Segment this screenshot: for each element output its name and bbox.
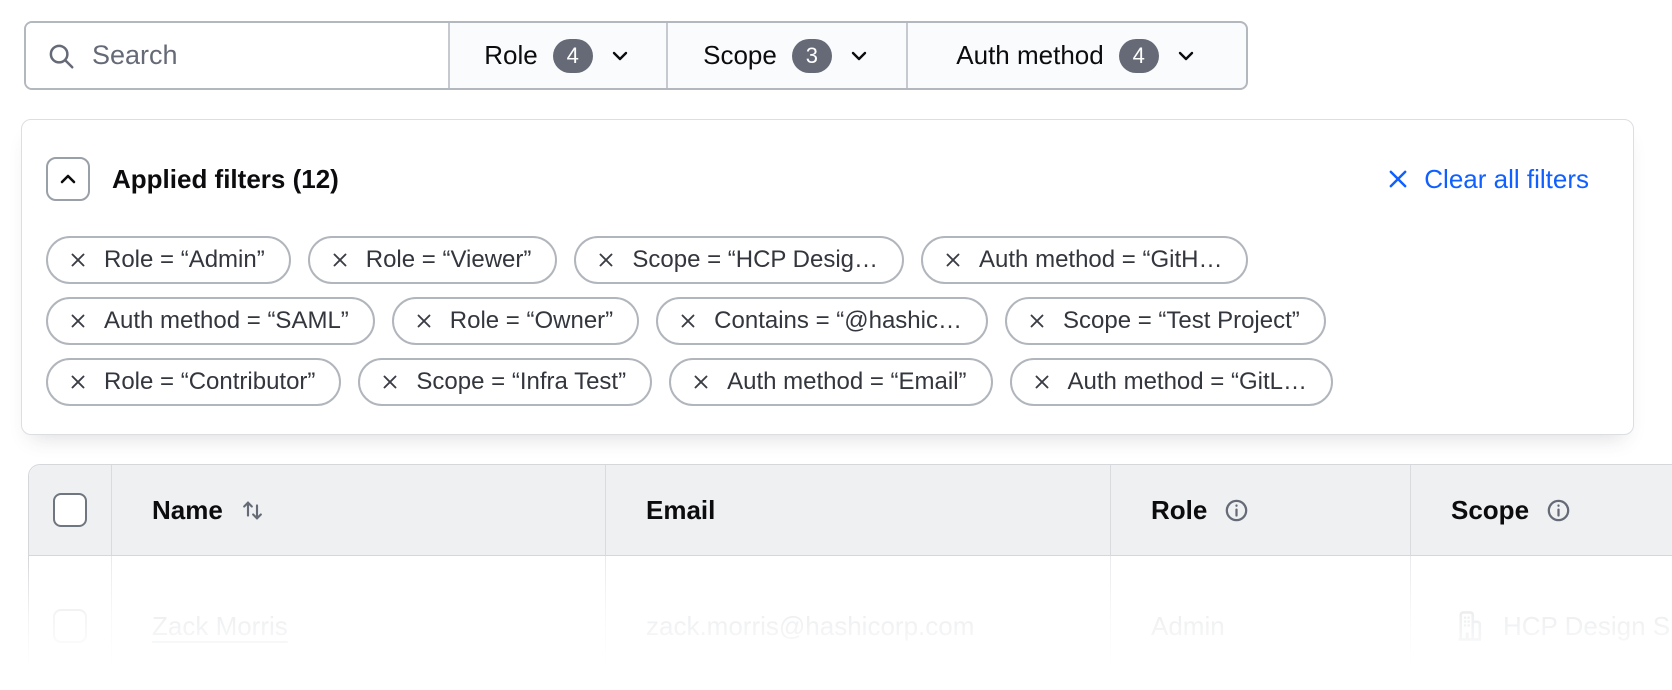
filter-pill-label: Auth method = “Email”: [727, 368, 966, 396]
remove-filter-icon[interactable]: [690, 371, 712, 393]
filter-pill-label: Role = “Owner”: [450, 307, 613, 335]
filter-dropdown-label: Role: [484, 40, 537, 71]
filter-dropdown-auth-method[interactable]: Auth method 4: [906, 23, 1246, 88]
filter-pill-label: Auth method = “SAML”: [104, 307, 349, 335]
remove-filter-icon[interactable]: [942, 249, 964, 271]
chevron-down-icon: [1174, 44, 1198, 68]
filter-pill[interactable]: Role = “Admin”: [46, 236, 291, 284]
filter-pill-row: Role = “Admin” Role = “Viewer” Scope = “…: [46, 236, 1609, 284]
sort-icon[interactable]: [239, 497, 266, 524]
filter-pills: Role = “Admin” Role = “Viewer” Scope = “…: [46, 236, 1609, 406]
filter-pill-label: Role = “Contributor”: [104, 368, 315, 396]
chevron-up-icon: [56, 167, 80, 191]
remove-filter-icon[interactable]: [413, 310, 435, 332]
column-header-scope: Scope: [1410, 465, 1672, 555]
collapse-button[interactable]: [46, 157, 90, 201]
column-label: Role: [1151, 495, 1207, 526]
user-role-cell: Admin: [1110, 556, 1410, 690]
column-label: Name: [152, 495, 223, 526]
filter-pill[interactable]: Scope = “Infra Test”: [358, 358, 652, 406]
remove-filter-icon[interactable]: [67, 371, 89, 393]
search-box[interactable]: [26, 23, 448, 88]
count-badge: 4: [553, 39, 593, 73]
remove-filter-icon[interactable]: [595, 249, 617, 271]
count-badge: 4: [1119, 39, 1159, 73]
remove-filter-icon[interactable]: [329, 249, 351, 271]
clear-all-filters-label: Clear all filters: [1424, 164, 1589, 195]
filter-pill[interactable]: Role = “Contributor”: [46, 358, 341, 406]
filter-pill-label: Contains = “@hashic…: [714, 307, 962, 335]
filter-dropdown-label: Scope: [703, 40, 777, 71]
org-building-icon: [1451, 608, 1487, 644]
filter-pill-label: Role = “Viewer”: [366, 246, 532, 274]
column-label: Email: [646, 495, 715, 526]
table-header-row: Name Email Role Scope: [29, 465, 1672, 556]
select-all-checkbox[interactable]: [53, 493, 87, 527]
filter-pill-label: Auth method = “GitH…: [979, 246, 1222, 274]
filter-dropdown-scope[interactable]: Scope 3: [666, 23, 906, 88]
info-icon[interactable]: [1545, 497, 1572, 524]
remove-filter-icon[interactable]: [1031, 371, 1053, 393]
filter-toolbar: Role 4 Scope 3 Auth method 4: [24, 21, 1248, 90]
filter-pill[interactable]: Contains = “@hashic…: [656, 297, 988, 345]
remove-filter-icon[interactable]: [67, 310, 89, 332]
users-table: Name Email Role Scope Zack Morris: [28, 464, 1672, 690]
column-header-role: Role: [1110, 465, 1410, 555]
applied-filters-title: Applied filters (12): [112, 164, 339, 195]
filter-pill[interactable]: Role = “Viewer”: [308, 236, 558, 284]
filter-pill[interactable]: Role = “Owner”: [392, 297, 639, 345]
info-icon[interactable]: [1223, 497, 1250, 524]
filter-pill-label: Scope = “HCP Desig…: [632, 246, 878, 274]
user-role: Admin: [1151, 611, 1225, 642]
remove-filter-icon[interactable]: [1026, 310, 1048, 332]
select-all-cell: [29, 465, 111, 555]
filter-dropdown-role[interactable]: Role 4: [448, 23, 666, 88]
filter-pill-label: Role = “Admin”: [104, 246, 265, 274]
remove-filter-icon[interactable]: [67, 249, 89, 271]
filter-pill-label: Auth method = “GitL…: [1068, 368, 1307, 396]
user-scope-cell: HCP Design S: [1410, 556, 1672, 690]
search-icon: [46, 41, 76, 71]
column-header-name[interactable]: Name: [111, 465, 605, 555]
filter-dropdown-label: Auth method: [956, 40, 1103, 71]
filter-pill-label: Scope = “Test Project”: [1063, 307, 1300, 335]
remove-filter-icon[interactable]: [379, 371, 401, 393]
user-scope: HCP Design S: [1503, 611, 1670, 642]
filter-pill[interactable]: Auth method = “GitL…: [1010, 358, 1333, 406]
filter-pill[interactable]: Scope = “HCP Desig…: [574, 236, 904, 284]
filter-pill-label: Scope = “Infra Test”: [416, 368, 626, 396]
filter-pill-row: Auth method = “SAML” Role = “Owner” Cont…: [46, 297, 1609, 345]
filter-pill-row: Role = “Contributor” Scope = “Infra Test…: [46, 358, 1609, 406]
chevron-down-icon: [847, 44, 871, 68]
user-name-cell: Zack Morris: [111, 556, 605, 690]
column-label: Scope: [1451, 495, 1529, 526]
clear-x-icon: [1385, 166, 1411, 192]
column-header-email: Email: [605, 465, 1110, 555]
row-select-cell: [29, 556, 111, 690]
filter-pill[interactable]: Auth method = “Email”: [669, 358, 992, 406]
filter-pill[interactable]: Scope = “Test Project”: [1005, 297, 1326, 345]
filter-pill[interactable]: Auth method = “SAML”: [46, 297, 375, 345]
count-badge: 3: [792, 39, 832, 73]
applied-filters-header: Applied filters (12) Clear all filters: [46, 157, 1609, 201]
user-name-link[interactable]: Zack Morris: [152, 611, 288, 642]
remove-filter-icon[interactable]: [677, 310, 699, 332]
user-email-cell: zack.morris@hashicorp.com: [605, 556, 1110, 690]
user-email: zack.morris@hashicorp.com: [646, 611, 974, 642]
table-row: Zack Morris zack.morris@hashicorp.com Ad…: [29, 556, 1672, 690]
row-checkbox[interactable]: [53, 609, 87, 643]
filter-pill[interactable]: Auth method = “GitH…: [921, 236, 1248, 284]
applied-filters-panel: Applied filters (12) Clear all filters R…: [21, 119, 1634, 435]
chevron-down-icon: [608, 44, 632, 68]
search-input[interactable]: [92, 40, 428, 71]
clear-all-filters-button[interactable]: Clear all filters: [1385, 164, 1589, 195]
